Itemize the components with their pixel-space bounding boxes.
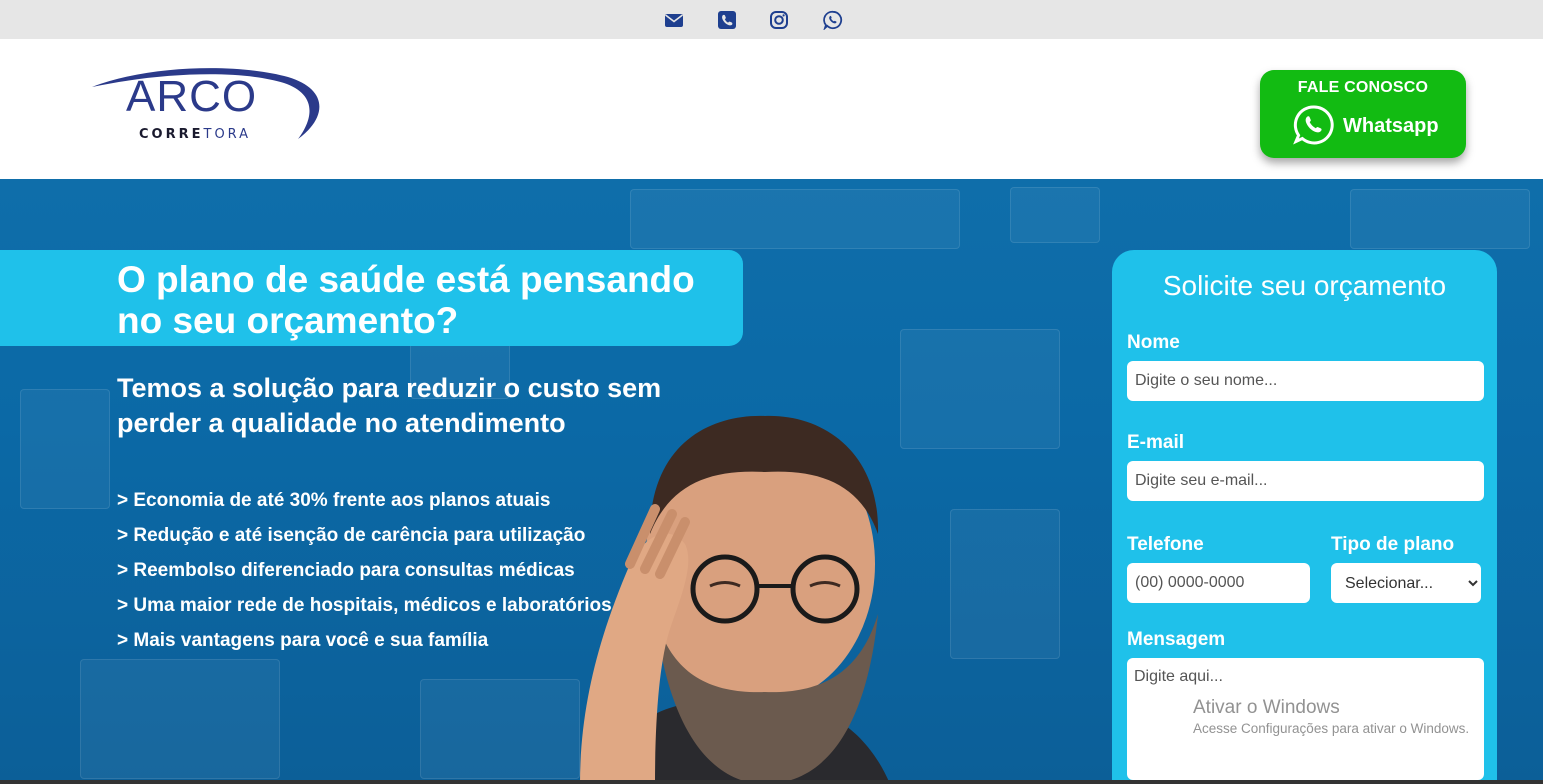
top-social-bar	[0, 0, 1543, 39]
arco-corretora-logo[interactable]: ARCO CORRETORA	[88, 67, 328, 147]
email-icon[interactable]	[663, 9, 685, 31]
benefits-list: > Economia de até 30% frente aos planos …	[117, 489, 612, 664]
plan-type-label: Tipo de plano	[1331, 534, 1455, 555]
whatsapp-label: Whatsapp	[1343, 115, 1439, 137]
worried-man-photo	[580, 415, 890, 784]
background-pane	[20, 389, 110, 509]
benefit-item: > Mais vantagens para você e sua família	[117, 630, 489, 651]
logo-subtitle: CORRETORA	[139, 128, 251, 141]
form-title: Solicite seu orçamento	[1162, 270, 1447, 301]
background-pane	[900, 329, 1060, 449]
logo-subtitle-bold: CORRE	[139, 127, 204, 142]
benefit-item: > Uma maior rede de hospitais, médicos e…	[117, 595, 612, 616]
whatsapp-icon[interactable]	[822, 9, 844, 31]
phone-label: Telefone	[1127, 534, 1204, 555]
instagram-icon[interactable]	[768, 9, 790, 31]
site-header: ARCO CORRETORA FALE CONOSCO Whatsapp	[0, 39, 1543, 179]
hero-headline: O plano de saúde está pensando no seu or…	[117, 259, 695, 341]
message-label: Mensagem	[1127, 629, 1226, 650]
email-label: E-mail	[1127, 432, 1185, 453]
logo-wordmark: ARCO	[126, 72, 258, 121]
plan-type-select[interactable]: Selecionar...	[1331, 563, 1481, 603]
whatsapp-contact-button[interactable]: FALE CONOSCO Whatsapp	[1260, 70, 1466, 158]
background-pane	[420, 679, 580, 779]
background-pane	[1010, 187, 1100, 243]
name-input[interactable]	[1127, 361, 1484, 401]
quote-request-form: Solicite seu orçamento Nome E-mail Telef…	[1112, 250, 1497, 784]
background-pane	[950, 509, 1060, 659]
contact-us-label: FALE CONOSCO	[1297, 79, 1429, 96]
benefit-item: > Reembolso diferenciado para consultas …	[117, 560, 575, 581]
benefit-item: > Economia de até 30% frente aos planos …	[117, 490, 551, 511]
benefit-item: > Redução e até isenção de carência para…	[117, 525, 586, 546]
phone-icon[interactable]	[716, 9, 738, 31]
message-textarea[interactable]	[1127, 658, 1484, 780]
background-pane	[1350, 189, 1530, 249]
hero-section: O plano de saúde está pensando no seu or…	[0, 179, 1543, 784]
logo-subtitle-light: TORA	[203, 127, 252, 142]
whatsapp-logo-icon	[1293, 105, 1334, 145]
background-pane	[80, 659, 280, 779]
bottom-strip	[0, 780, 1543, 784]
background-pane	[630, 189, 960, 249]
name-label: Nome	[1127, 332, 1180, 353]
phone-input[interactable]	[1127, 563, 1310, 603]
email-input[interactable]	[1127, 461, 1484, 501]
